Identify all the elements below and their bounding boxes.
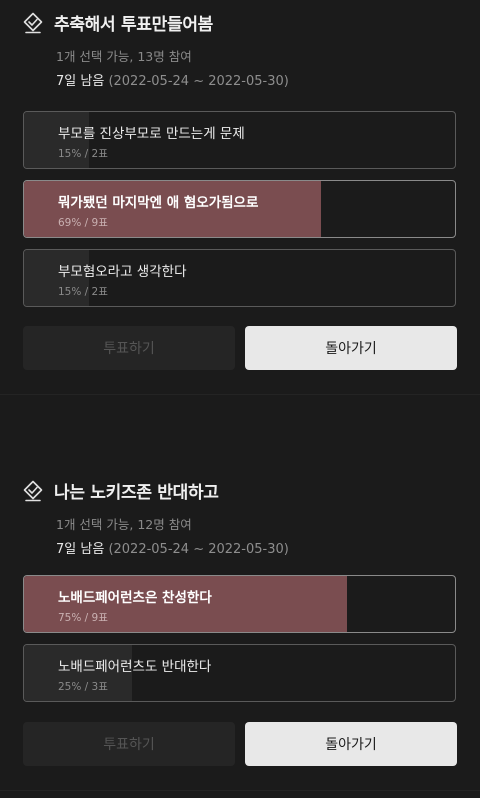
option-stats: 15% / 2표 [58,286,108,298]
poll-period: 7일 남음 (2022-05-24 ~ 2022-05-30) [56,70,289,89]
poll-title: 나는 노키즈존 반대하고 [54,483,219,503]
vote-button[interactable]: 투표하기 [23,722,235,766]
vote-button[interactable]: 투표하기 [23,326,235,370]
option-stats: 25% / 3표 [58,681,108,693]
section-divider [0,790,480,791]
back-button[interactable]: 돌아가기 [245,722,457,766]
option-label: 부모를 진상부모로 만드는게 문제 [58,126,245,142]
poll-title-row: 나는 노키즈존 반대하고 [22,478,219,503]
option-label: 뭐가됐던 마지막엔 애 혐오가됨으로 [58,195,259,211]
poll-meta: 1개 선택 가능, 13명 참여 [56,49,192,64]
date-range: (2022-05-24 ~ 2022-05-30) [108,74,289,89]
days-left: 7일 남음 [56,74,105,89]
back-button[interactable]: 돌아가기 [245,326,457,370]
check-badge-icon [22,480,44,502]
date-range: (2022-05-24 ~ 2022-05-30) [108,542,289,557]
option-label: 노배드페어런츠은 찬성한다 [58,590,212,606]
option-stats: 15% / 2표 [58,148,108,160]
poll-option[interactable]: 부모를 진상부모로 만드는게 문제 15% / 2표 [23,111,456,169]
poll-option[interactable]: 부모혐오라고 생각한다 15% / 2표 [23,249,456,307]
days-left: 7일 남음 [56,542,105,557]
option-stats: 69% / 9표 [58,217,108,229]
option-stats: 75% / 9표 [58,612,108,624]
poll-title-row: 추축해서 투표만들어봄 [22,10,213,35]
poll-option[interactable]: 노배드페어런츠은 찬성한다 75% / 9표 [23,575,456,633]
poll-option[interactable]: 노배드페어런츠도 반대한다 25% / 3표 [23,644,456,702]
poll-title: 추축해서 투표만들어봄 [54,15,214,35]
poll-period: 7일 남음 (2022-05-24 ~ 2022-05-30) [56,538,289,557]
section-divider [0,394,480,395]
option-label: 노배드페어런츠도 반대한다 [58,659,212,675]
check-badge-icon [22,12,44,34]
poll-option[interactable]: 뭐가됐던 마지막엔 애 혐오가됨으로 69% / 9표 [23,180,456,238]
poll-meta: 1개 선택 가능, 12명 참여 [56,517,192,532]
option-label: 부모혐오라고 생각한다 [58,264,187,280]
